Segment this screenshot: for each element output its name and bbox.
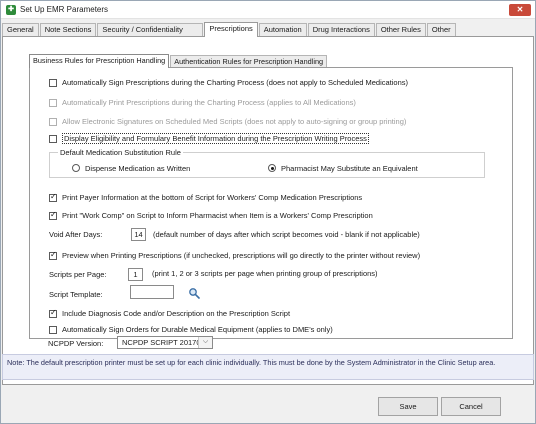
auto-sign-prescriptions-label: Automatically Sign Prescriptions during … — [62, 78, 409, 87]
pharmacist-substitute-radio[interactable] — [268, 164, 276, 172]
pharmacist-substitute-option[interactable]: Pharmacist May Substitute an Equivalent — [268, 163, 418, 173]
scripts-per-page-input[interactable]: 1 — [128, 268, 143, 281]
print-work-comp-checkbox[interactable] — [49, 210, 57, 220]
void-after-days-hint: (default number of days after which scri… — [153, 230, 420, 239]
print-work-comp-label: Print "Work Comp" on Script to Inform Ph… — [62, 211, 373, 220]
auto-sign-dme-row: Automatically Sign Orders for Durable Me… — [49, 324, 333, 335]
allow-esignatures-label: Allow Electronic Signatures on Scheduled… — [62, 117, 407, 126]
tab-other[interactable]: Other — [426, 23, 456, 36]
allow-esignatures-checkbox — [49, 117, 57, 126]
include-diagnosis-row: Include Diagnosis Code and/or Descriptio… — [49, 308, 290, 319]
scripts-per-page-hint: (print 1, 2 or 3 scripts per page when p… — [152, 269, 378, 278]
subtab-business-rules[interactable]: Business Rules for Prescription Handling — [29, 54, 170, 68]
scripts-per-page-label: Scripts per Page: — [49, 270, 107, 279]
substitution-rule-group: Default Medication Substitution Rule Dis… — [49, 148, 485, 178]
auto-sign-dme-checkbox[interactable] — [49, 325, 57, 334]
subtab-authentication-rules[interactable]: Authentication Rules for Prescription Ha… — [170, 55, 328, 67]
search-icon[interactable] — [188, 287, 200, 299]
preview-printing-label: Preview when Printing Prescriptions (if … — [62, 251, 421, 260]
script-template-label: Script Template: — [49, 290, 103, 299]
prescriptions-panel: Business Rules for Prescription Handling… — [2, 36, 534, 385]
include-diagnosis-checkbox[interactable] — [49, 308, 57, 318]
tab-security[interactable]: Security / Confidentiality — [97, 23, 204, 36]
dispense-as-written-radio[interactable] — [72, 164, 80, 172]
include-diagnosis-label: Include Diagnosis Code and/or Descriptio… — [62, 309, 291, 318]
window-title: Set Up EMR Parameters — [20, 5, 109, 14]
print-payer-row: Print Payer Information at the bottom of… — [49, 192, 362, 203]
auto-sign-dme-label: Automatically Sign Orders for Durable Me… — [62, 325, 333, 334]
void-after-days-label: Void After Days: — [49, 230, 103, 239]
script-template-input[interactable] — [130, 285, 174, 299]
preview-printing-row: Preview when Printing Prescriptions (if … — [49, 250, 420, 261]
auto-print-prescriptions-label: Automatically Print Prescriptions during… — [62, 98, 356, 107]
ncpdp-version-label: NCPDP Version: — [48, 339, 104, 348]
dispense-as-written-label: Dispense Medication as Written — [85, 163, 191, 173]
tab-prescriptions[interactable]: Prescriptions — [204, 22, 258, 37]
main-tab-strip: General Note Sections Security / Confide… — [2, 22, 457, 37]
tab-automation[interactable]: Automation — [258, 23, 307, 36]
display-eligibility-checkbox[interactable] — [49, 134, 57, 143]
substitution-rule-title: Default Medication Substitution Rule — [58, 148, 183, 157]
cancel-button[interactable]: Cancel — [441, 397, 501, 416]
void-after-days-input[interactable]: 14 — [131, 228, 146, 241]
app-icon: ✚ — [6, 5, 16, 15]
tab-note-sections[interactable]: Note Sections — [39, 23, 97, 36]
auto-sign-prescriptions-checkbox[interactable] — [49, 78, 57, 87]
ncpdp-version-value: NCPDP SCRIPT 2017071 — [122, 338, 209, 347]
display-eligibility-row: Display Eligibility and Formulary Benefi… — [49, 133, 369, 144]
print-work-comp-row: Print "Work Comp" on Script to Inform Ph… — [49, 210, 373, 221]
auto-print-prescriptions-checkbox — [49, 98, 57, 107]
print-payer-checkbox[interactable] — [49, 192, 57, 202]
business-rules-panel: Automatically Sign Prescriptions during … — [29, 67, 513, 339]
dispense-as-written-option[interactable]: Dispense Medication as Written — [72, 163, 190, 173]
pharmacist-substitute-label: Pharmacist May Substitute an Equivalent — [281, 163, 418, 173]
auto-sign-prescriptions-row: Automatically Sign Prescriptions during … — [49, 77, 408, 88]
allow-esignatures-row: Allow Electronic Signatures on Scheduled… — [49, 116, 406, 127]
emr-parameters-window: ✚ Set Up EMR Parameters ✕ General Note S… — [0, 0, 536, 424]
tab-drug-interactions[interactable]: Drug Interactions — [307, 23, 375, 36]
printer-setup-note: Note: The default prescription printer m… — [2, 354, 534, 380]
display-eligibility-label: Display Eligibility and Formulary Benefi… — [62, 133, 369, 144]
tab-general[interactable]: General — [2, 23, 39, 36]
ncpdp-version-select[interactable]: NCPDP SCRIPT 2017071 ⌵ — [117, 336, 213, 349]
auto-print-prescriptions-row: Automatically Print Prescriptions during… — [49, 97, 356, 108]
chevron-down-icon[interactable]: ⌵ — [198, 337, 212, 348]
print-payer-label: Print Payer Information at the bottom of… — [62, 193, 363, 202]
save-button[interactable]: Save — [378, 397, 438, 416]
sub-tab-strip: Business Rules for Prescription Handling… — [29, 53, 328, 68]
close-button[interactable]: ✕ — [509, 4, 531, 16]
tab-other-rules[interactable]: Other Rules — [375, 23, 426, 36]
preview-printing-checkbox[interactable] — [49, 250, 57, 260]
title-bar: ✚ Set Up EMR Parameters ✕ — [1, 1, 535, 19]
